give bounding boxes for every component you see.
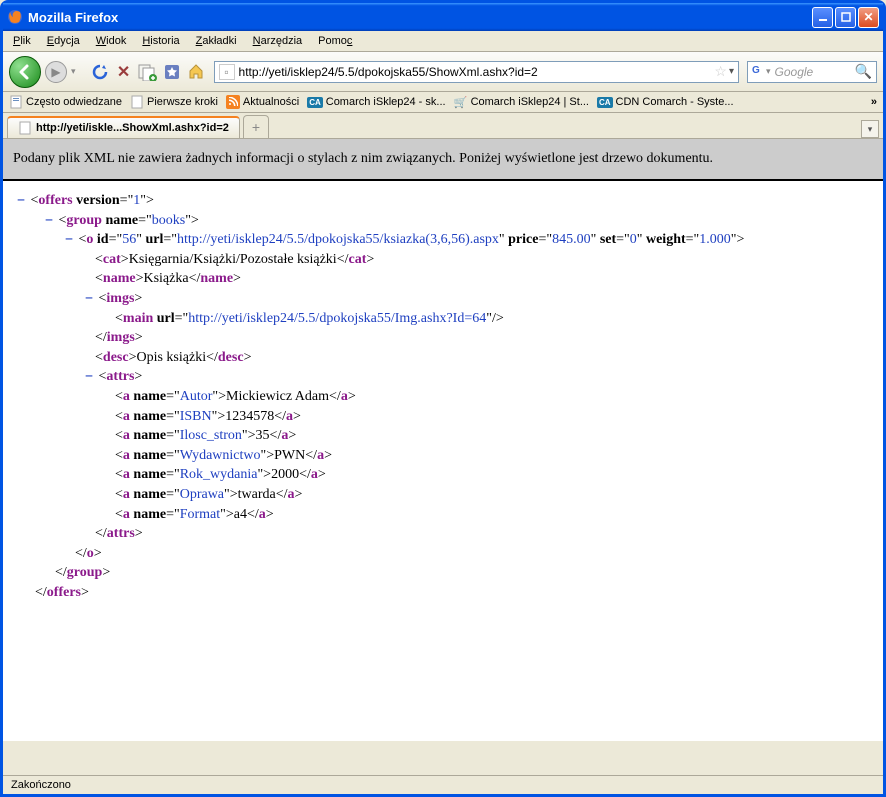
bookmarks-bar: Często odwiedzane Pierwsze kroki Aktualn…: [3, 92, 883, 113]
tab-title: http://yeti/iskle...ShowXml.ashx?id=2: [36, 122, 229, 134]
bookmark-label: Często odwiedzane: [26, 96, 122, 108]
bookmark-pierwsze[interactable]: Pierwsze kroki: [130, 95, 218, 109]
search-placeholder[interactable]: Google: [771, 65, 855, 79]
bookmark-aktualnosci[interactable]: Aktualności: [226, 95, 299, 109]
menu-bar: Plik Edycja Widok Historia Zakładki Narz…: [3, 31, 883, 52]
bookmark-label: Comarch iSklep24 - sk...: [326, 96, 446, 108]
status-text: Zakończono: [11, 779, 71, 791]
bookmark-star-icon[interactable]: ☆: [714, 63, 727, 80]
home-button[interactable]: [186, 62, 206, 82]
history-dropdown-icon[interactable]: ▾: [71, 66, 76, 77]
bookmark-label: Pierwsze kroki: [147, 96, 218, 108]
collapse-icon[interactable]: −: [63, 231, 75, 249]
new-tab-toolbar-icon[interactable]: [138, 62, 158, 82]
page-icon: ▫: [219, 64, 235, 80]
page-icon: [130, 95, 144, 109]
search-icon[interactable]: 🔍: [855, 63, 872, 80]
url-text[interactable]: http://yeti/isklep24/5.5/dpokojska55/Sho…: [239, 65, 713, 79]
page-icon: [9, 95, 23, 109]
window-title: Mozilla Firefox: [28, 10, 812, 25]
tab-active[interactable]: http://yeti/iskle...ShowXml.ashx?id=2: [7, 116, 240, 138]
forward-button[interactable]: ▶: [45, 61, 67, 83]
rss-icon: [226, 95, 240, 109]
cart-icon: 🛒: [454, 95, 468, 109]
ca-icon: CA: [597, 97, 613, 108]
tab-list-button[interactable]: ▾: [861, 120, 879, 138]
page-icon: [18, 121, 32, 135]
search-box[interactable]: G ▾ Google 🔍: [747, 61, 877, 83]
url-dropdown-icon[interactable]: ▾: [729, 66, 734, 77]
url-bar[interactable]: ▫ http://yeti/isklep24/5.5/dpokojska55/S…: [214, 61, 739, 83]
menu-historia[interactable]: Historia: [136, 33, 185, 49]
window-titlebar: Mozilla Firefox ✕: [3, 3, 883, 31]
collapse-icon[interactable]: −: [15, 192, 27, 210]
collapse-icon[interactable]: −: [83, 290, 95, 308]
bookmark-cdn[interactable]: CA CDN Comarch - Syste...: [597, 96, 734, 108]
xml-tree-view: − <offers version="1"> − <group name="bo…: [3, 181, 883, 741]
bookmark-comarch-sk[interactable]: CA Comarch iSklep24 - sk...: [307, 96, 445, 108]
collapse-icon[interactable]: −: [83, 368, 95, 386]
firefox-icon: [7, 9, 23, 25]
stop-button[interactable]: ✕: [114, 62, 134, 82]
ca-icon: CA: [307, 97, 323, 108]
menu-plik[interactable]: Plik: [7, 33, 37, 49]
collapse-icon[interactable]: −: [43, 212, 55, 230]
menu-pomoc[interactable]: Pomoc: [312, 33, 358, 49]
close-button[interactable]: ✕: [858, 7, 879, 28]
menu-edycja[interactable]: Edycja: [41, 33, 86, 49]
menu-zakladki[interactable]: Zakładki: [190, 33, 243, 49]
maximize-button[interactable]: [835, 7, 856, 28]
bookmarks-icon[interactable]: [162, 62, 182, 82]
navigation-toolbar: ▶ ▾ ✕ ▫ http://yeti/isklep24/5.5/dpokojs…: [3, 52, 883, 92]
reload-button[interactable]: [90, 62, 110, 82]
bookmark-comarch-st[interactable]: 🛒 Comarch iSklep24 | St...: [454, 95, 589, 109]
google-icon: G: [752, 65, 766, 79]
bookmark-more-button[interactable]: »: [871, 96, 877, 108]
bookmark-label: CDN Comarch - Syste...: [616, 96, 734, 108]
menu-widok[interactable]: Widok: [90, 33, 133, 49]
bookmark-label: Aktualności: [243, 96, 299, 108]
new-tab-button[interactable]: +: [243, 115, 269, 138]
bookmark-czesto[interactable]: Często odwiedzane: [9, 95, 122, 109]
back-button[interactable]: [9, 56, 41, 88]
menu-narzedzia[interactable]: Narzędzia: [247, 33, 309, 49]
xml-banner: Podany plik XML nie zawiera żadnych info…: [3, 139, 883, 181]
status-bar: Zakończono: [3, 775, 883, 794]
minimize-button[interactable]: [812, 7, 833, 28]
bookmark-label: Comarch iSklep24 | St...: [471, 96, 589, 108]
tab-bar: http://yeti/iskle...ShowXml.ashx?id=2 + …: [3, 113, 883, 139]
